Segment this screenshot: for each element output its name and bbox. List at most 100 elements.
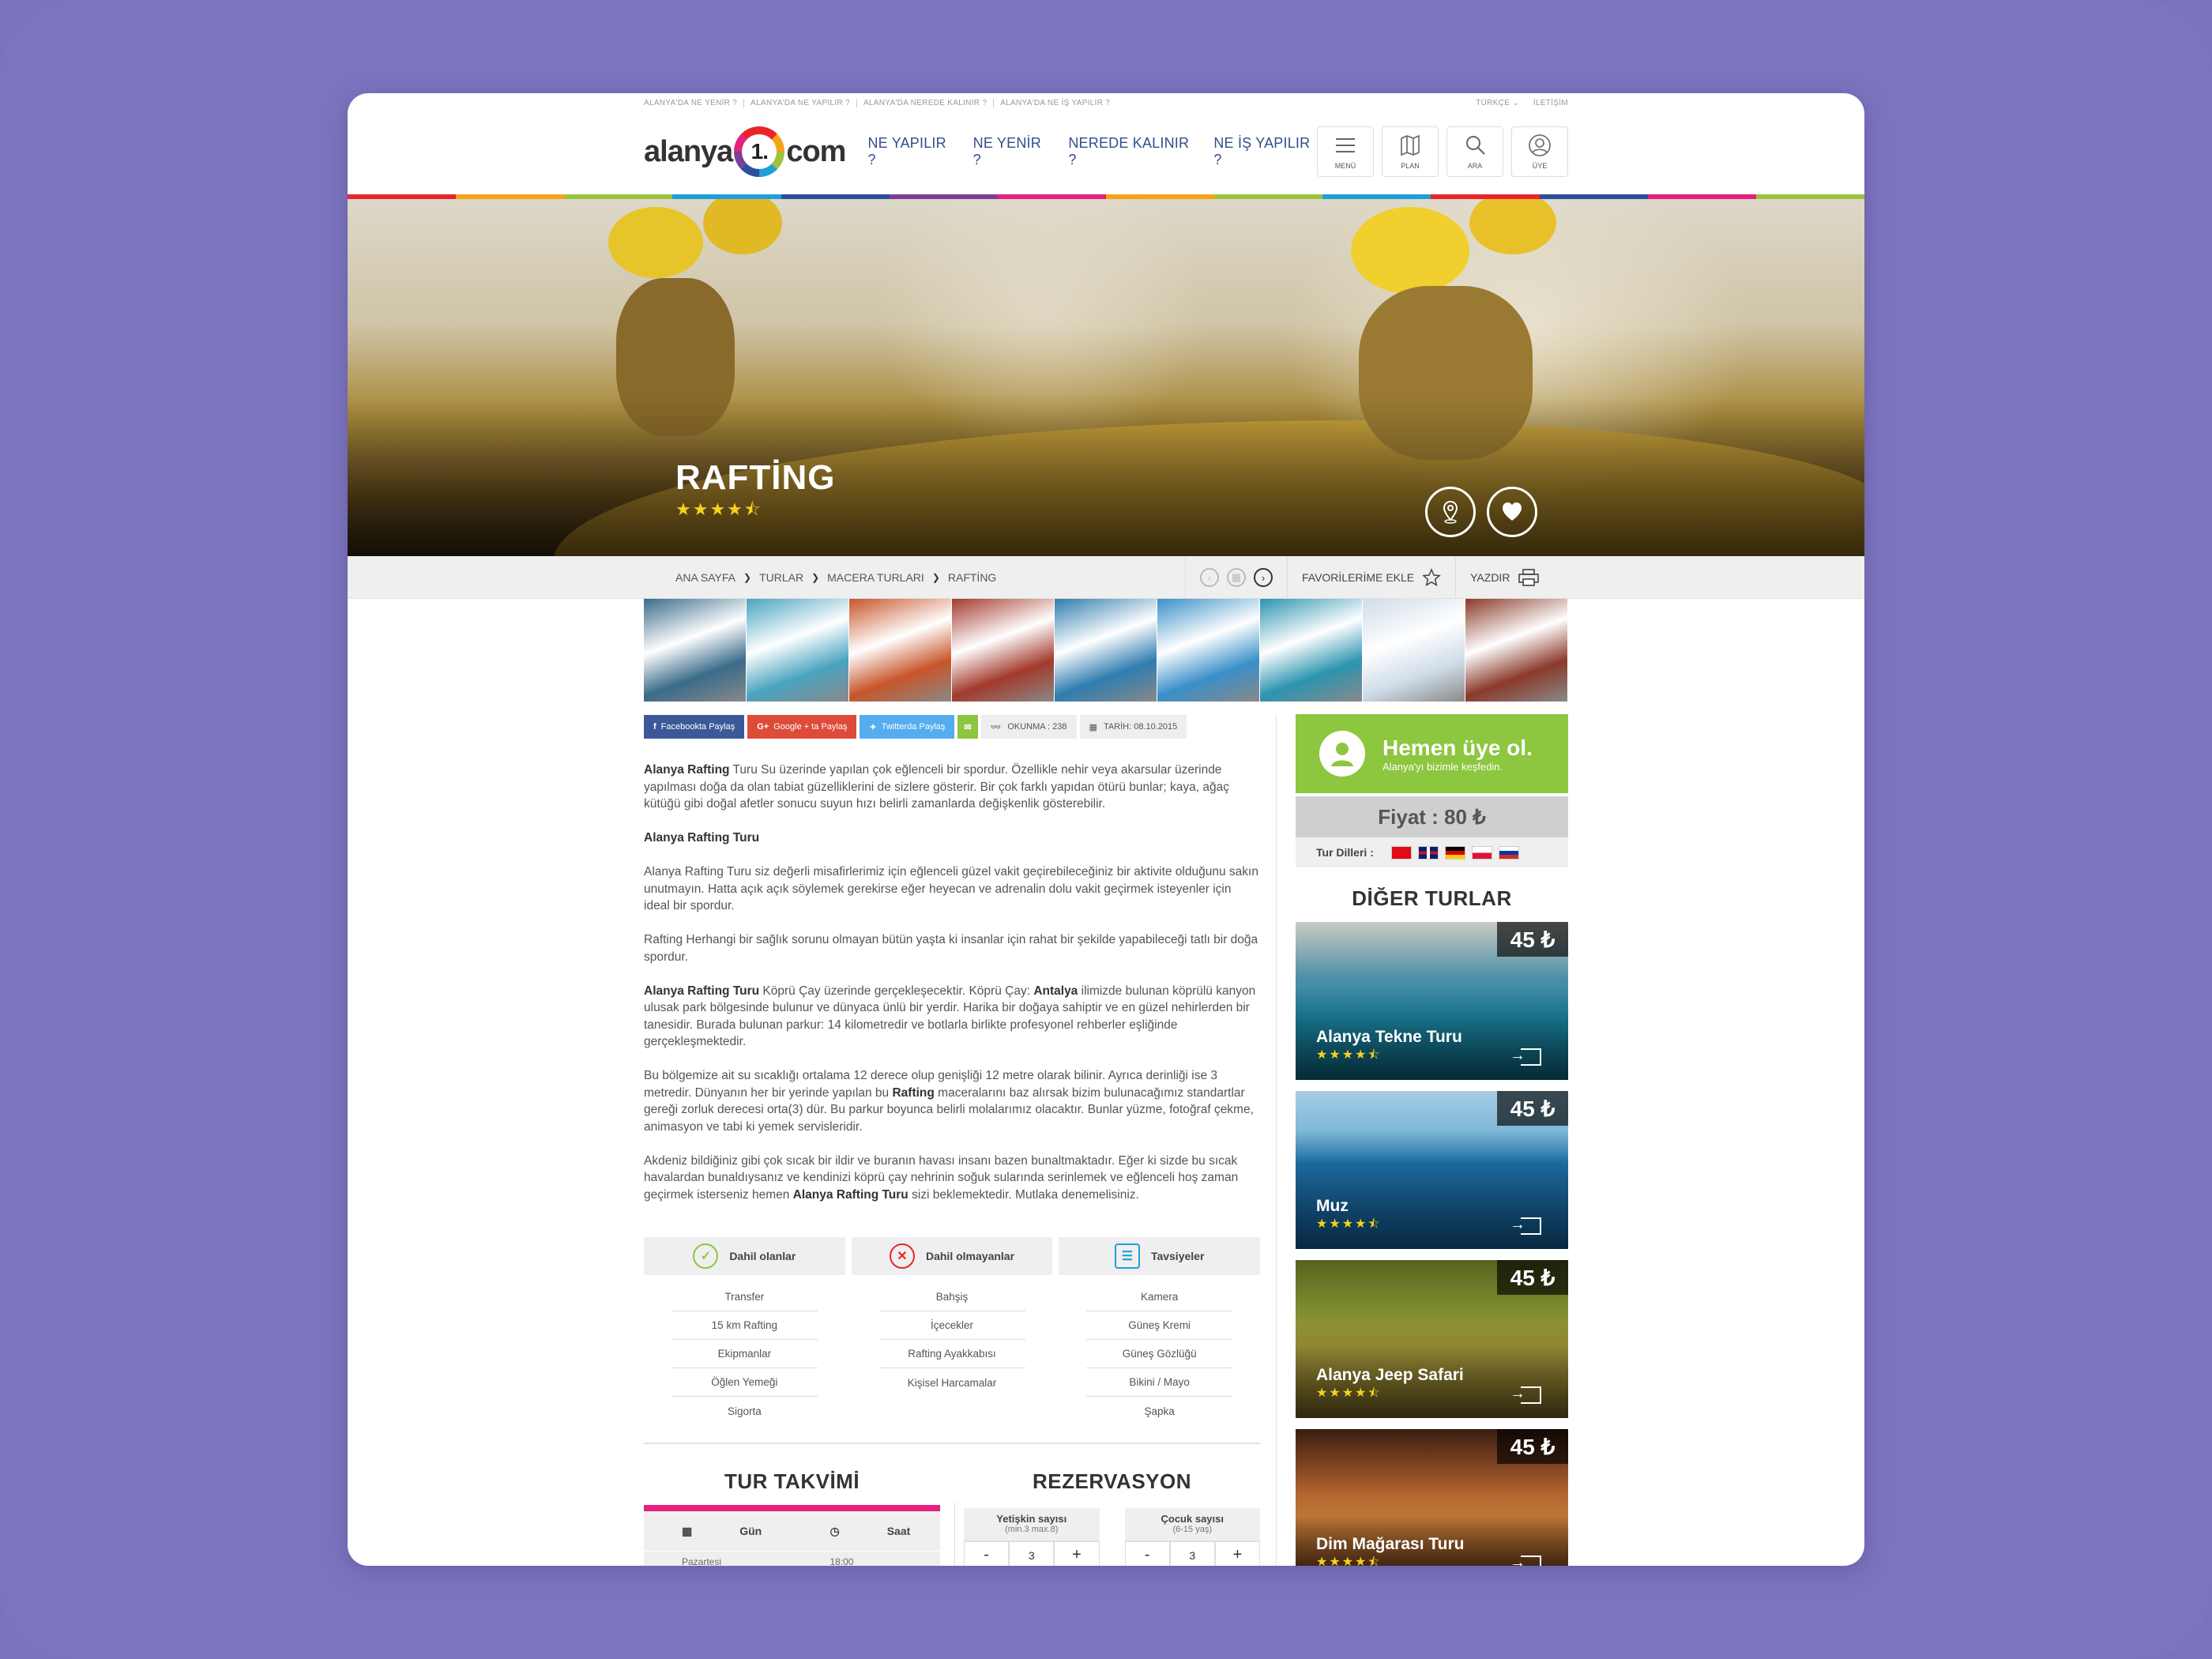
nav-item[interactable]: NEREDE KALINIR ?: [1068, 135, 1194, 168]
feature-item: 15 km Rafting: [671, 1311, 818, 1340]
location-button[interactable]: [1425, 487, 1476, 537]
favorite-button[interactable]: [1487, 487, 1537, 537]
paragraph: Bu bölgemize ait su sıcaklığı ortalama 1…: [644, 1067, 1260, 1135]
text: sizi beklemektedir. Mutlaka denemelisini…: [908, 1187, 1139, 1202]
gallery-thumbnail[interactable]: [1363, 599, 1465, 702]
text: Turu Su üzerinde yapılan çok eğlenceli b…: [644, 763, 1229, 811]
twitter-share-button[interactable]: ✦ Twitterda Paylaş: [860, 715, 955, 739]
feature-item: Şapka: [1144, 1405, 1175, 1417]
facebook-share-label: Facebookta Paylaş: [660, 722, 735, 732]
bold-text: Alanya Rafting Turu: [644, 984, 760, 998]
twitter-share-label: Twitterda Paylaş: [881, 722, 946, 732]
next-button[interactable]: ›: [1254, 568, 1273, 587]
chevron-right-icon: ❯: [931, 572, 940, 583]
increment-button[interactable]: +: [1054, 1541, 1100, 1566]
view-count: 👓 OKUNMA : 238: [980, 715, 1077, 739]
facebook-share-button[interactable]: f Facebookta Paylaş: [644, 715, 745, 739]
breadcrumb-item[interactable]: MACERA TURLARI: [827, 571, 924, 584]
included-list: Transfer 15 km Rafting Ekipmanlar Öğlen Yem…: [644, 1283, 845, 1425]
grid-button[interactable]: ▦: [1227, 568, 1246, 587]
gallery-thumbnail[interactable]: [747, 599, 849, 702]
logo-text-left: alanya: [644, 134, 733, 168]
schedule-header: ▦ Gün ◷ Saat: [644, 1511, 940, 1551]
map-icon: [1401, 134, 1420, 156]
go-arrow-icon[interactable]: [1510, 1216, 1541, 1235]
tour-card[interactable]: 45 ₺ Alanya Jeep Safari ★★★★⯪: [1296, 1260, 1568, 1418]
location-pin-icon: [1443, 500, 1458, 524]
go-arrow-icon[interactable]: [1510, 1554, 1541, 1566]
tour-price: 45 ₺: [1497, 1429, 1568, 1464]
top-link[interactable]: ALANYA'DA NE YENİR ?: [644, 98, 745, 107]
go-arrow-icon[interactable]: [1510, 1385, 1541, 1404]
tour-card[interactable]: 45 ₺ Alanya Tekne Turu ★★★★⯪: [1296, 922, 1568, 1080]
prev-button[interactable]: ‹: [1200, 568, 1219, 587]
paragraph: Akdeniz bildiğiniz gibi çok sıcak bir il…: [644, 1153, 1260, 1204]
bold-text: Alanya Rafting Turu: [792, 1187, 908, 1202]
gallery-thumbnail[interactable]: [1465, 599, 1568, 702]
breadcrumb-bar: ANA SAYFA ❯ TURLAR ❯ MACERA TURLARI ❯ RAFTİ…: [348, 556, 1864, 599]
gallery-thumbnail[interactable]: [1157, 599, 1260, 702]
time-column-header: ◷ Saat: [792, 1525, 941, 1538]
checklist-icon: ☰: [1114, 1243, 1140, 1269]
top-link[interactable]: ALANYA'DA NE YAPILIR ?: [750, 98, 857, 107]
user-button[interactable]: ÜYE: [1511, 126, 1568, 177]
feature-item: Güneş Gözlüğü: [1086, 1340, 1233, 1368]
advice-title: Tavsiyeler: [1150, 1250, 1205, 1262]
gallery-thumbnail[interactable]: [1260, 599, 1363, 702]
feature-item: Bahşiş: [878, 1283, 1025, 1311]
increment-button[interactable]: +: [1214, 1541, 1261, 1566]
hero-image: RAFTİNG ★★★★⯪: [348, 199, 1864, 556]
search-button[interactable]: ARA: [1446, 126, 1503, 177]
google-share-button[interactable]: G+ Google + ta Paylaş: [747, 715, 857, 739]
language-select[interactable]: TÜRKÇE ⌄: [1476, 99, 1519, 107]
breadcrumb-home[interactable]: ANA SAYFA: [675, 571, 735, 584]
bold-text: Rafting: [892, 1085, 935, 1100]
heart-icon: [1503, 502, 1522, 521]
flag-pl-icon: [1471, 845, 1492, 860]
signup-title: Hemen üye ol.: [1382, 735, 1533, 760]
go-arrow-icon[interactable]: [1510, 1047, 1541, 1066]
tour-languages: Tur Dilleri :: [1296, 837, 1568, 867]
adult-value[interactable]: 3: [1009, 1541, 1055, 1566]
email-share-button[interactable]: ✉: [957, 715, 978, 739]
signup-banner[interactable]: Hemen üye ol. Alanya'yı bizimle keşfedin…: [1296, 714, 1568, 793]
nav-item[interactable]: NE YAPILIR ?: [867, 135, 954, 168]
add-favorite-button[interactable]: FAVORİLERİME EKLE: [1287, 556, 1455, 599]
tour-price: Fiyat : 80 ₺: [1296, 796, 1568, 837]
tour-name: Alanya Tekne Turu: [1316, 1028, 1462, 1046]
calendar-icon: ▦: [682, 1524, 693, 1537]
divider: [644, 1443, 1260, 1444]
plan-button[interactable]: PLAN: [1382, 126, 1439, 177]
menu-button[interactable]: MENÜ: [1317, 126, 1374, 177]
gallery-thumbnail[interactable]: [849, 599, 952, 702]
decrement-button[interactable]: -: [964, 1541, 1010, 1566]
gallery-thumbnail[interactable]: [952, 599, 1055, 702]
tour-card[interactable]: 45 ₺ Muz ★★★★⯪: [1296, 1091, 1568, 1249]
gallery-thumbnail[interactable]: [644, 599, 747, 702]
top-links-bar: ALANYA'DA NE YENİR ? ALANYA'DA NE YAPILI…: [644, 93, 1568, 112]
tour-card[interactable]: 45 ₺ Dim Mağarası Turu ★★★★⯪: [1296, 1429, 1568, 1566]
breadcrumb-item[interactable]: TURLAR: [759, 571, 803, 584]
decrement-button[interactable]: -: [1124, 1541, 1170, 1566]
pager: ‹ ▦ ›: [1185, 556, 1287, 599]
print-button[interactable]: YAZDIR: [1455, 556, 1554, 599]
top-link[interactable]: ALANYA'DA NEREDE KALINIR ?: [863, 98, 995, 107]
clock-icon: ◷: [830, 1524, 840, 1537]
main-nav: NE YAPILIR ? NE YENİR ? NEREDE KALINIR ?…: [867, 135, 1317, 168]
feature-item: Kişisel Harcamalar: [907, 1376, 997, 1389]
contact-link[interactable]: İLETİŞİM: [1533, 99, 1568, 107]
nav-item[interactable]: NE YENİR ?: [973, 135, 1050, 168]
nav-item[interactable]: NE İŞ YAPILIR ?: [1213, 135, 1317, 168]
other-tours-title: DİĞER TURLAR: [1352, 886, 1512, 910]
schedule-row[interactable]: Pazartesi 18:00: [644, 1551, 940, 1566]
schedule-time: 18:00: [830, 1556, 854, 1566]
breadcrumb-current: RAFTİNG: [947, 571, 997, 584]
child-stepper: - 3 +: [1124, 1540, 1261, 1566]
tour-price: 45 ₺: [1497, 922, 1568, 957]
top-link[interactable]: ALANYA'DA NE İŞ YAPILIR ?: [1000, 99, 1116, 107]
paragraph: Alanya Rafting Turu Su üzerinde yapılan …: [644, 762, 1260, 813]
day-label: Gün: [739, 1525, 762, 1537]
gallery-thumbnail[interactable]: [1055, 599, 1157, 702]
site-logo[interactable]: alanya 1. com: [644, 126, 846, 177]
child-value[interactable]: 3: [1169, 1541, 1215, 1566]
